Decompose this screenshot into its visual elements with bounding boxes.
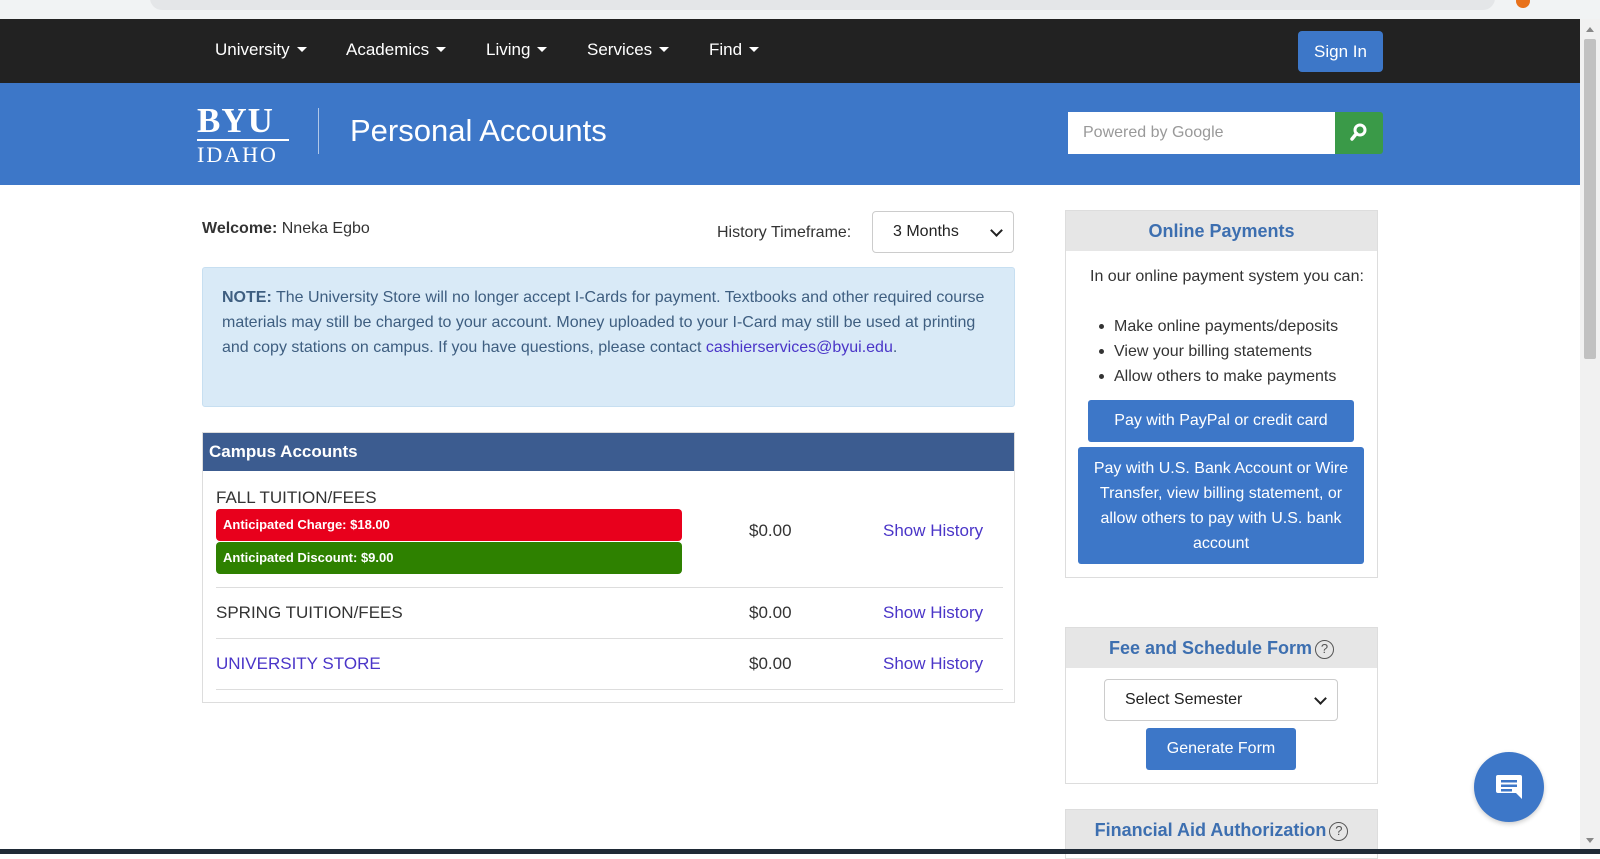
store-notice: NOTE: The University Store will no longe… xyxy=(202,267,1015,407)
scroll-up-arrow[interactable] xyxy=(1586,27,1594,32)
list-item: Make online payments/deposits xyxy=(1098,314,1338,339)
chevron-down-icon xyxy=(1314,692,1327,705)
university-store-link[interactable]: UNIVERSITY STORE xyxy=(216,654,381,674)
nav-university[interactable]: University xyxy=(215,40,307,60)
anticipated-discount-badge: Anticipated Discount: $9.00 xyxy=(216,542,682,574)
show-history-link[interactable]: Show History xyxy=(883,521,983,541)
search-icon xyxy=(1350,123,1367,141)
account-amount: $0.00 xyxy=(749,654,792,673)
nav-academics[interactable]: Academics xyxy=(346,40,447,60)
campus-accounts-header: Campus Accounts xyxy=(203,433,1014,471)
profile-icon[interactable] xyxy=(1516,0,1530,8)
chat-button[interactable] xyxy=(1474,752,1544,822)
search-input[interactable]: Powered by Google xyxy=(1068,112,1336,154)
logo-divider xyxy=(318,108,319,154)
nav-find[interactable]: Find xyxy=(709,40,760,60)
notice-label: NOTE: xyxy=(222,289,272,306)
online-payments-list: Make online payments/deposits View your … xyxy=(1098,314,1338,389)
financial-aid-header: Financial Aid Authorization? xyxy=(1066,810,1377,850)
bank-account-button[interactable]: Pay with U.S. Bank Account or Wire Trans… xyxy=(1078,447,1364,564)
notice-period: . xyxy=(892,339,898,356)
account-name: FALL TUITION/FEES xyxy=(216,488,377,507)
cashier-email-link[interactable]: cashierservices@byui.edu xyxy=(706,339,893,356)
fee-schedule-header: Fee and Schedule Form? xyxy=(1066,628,1377,668)
caret-down-icon xyxy=(537,47,548,52)
window-bottom-edge xyxy=(0,849,1600,854)
user-name: Nneka Egbo xyxy=(281,220,370,237)
anticipated-charge-badge: Anticipated Charge: $18.00 xyxy=(216,509,682,541)
top-navigation: University Academics Living Services Fin… xyxy=(0,19,1580,83)
nav-label: Find xyxy=(709,40,743,59)
chat-icon xyxy=(1496,775,1522,799)
list-item: View your billing statements xyxy=(1098,339,1338,364)
nav-label: University xyxy=(215,40,290,59)
semester-value: Select Semester xyxy=(1125,691,1243,708)
nav-living[interactable]: Living xyxy=(486,40,548,60)
account-row-store: UNIVERSITY STORE $0.00 Show History xyxy=(216,639,1003,690)
scroll-down-arrow[interactable] xyxy=(1586,838,1594,843)
chevron-down-icon xyxy=(990,224,1003,237)
nav-label: Services xyxy=(587,40,653,59)
account-amount: $0.00 xyxy=(749,603,792,622)
search-button[interactable] xyxy=(1335,112,1383,154)
campus-accounts-panel: Campus Accounts FALL TUITION/FEES Antici… xyxy=(202,432,1015,703)
fee-schedule-panel: Fee and Schedule Form? Select Semester G… xyxy=(1065,627,1378,784)
help-icon[interactable]: ? xyxy=(1329,822,1349,841)
list-item: Allow others to make payments xyxy=(1098,364,1338,389)
logo-bottom-text: IDAHO xyxy=(197,142,278,167)
account-amount: $0.00 xyxy=(749,521,792,540)
caret-down-icon xyxy=(749,47,760,52)
nav-label: Academics xyxy=(346,40,430,59)
welcome-text: Welcome: Nneka Egbo xyxy=(202,220,370,238)
fee-schedule-title: Fee and Schedule Form xyxy=(1108,638,1313,658)
sign-in-button[interactable]: Sign In xyxy=(1298,31,1383,72)
show-history-link[interactable]: Show History xyxy=(883,654,983,674)
online-payments-panel: Online Payments In our online payment sy… xyxy=(1065,210,1378,578)
timeframe-label: History Timeframe: xyxy=(717,224,852,241)
caret-down-icon xyxy=(436,47,447,52)
address-bar[interactable] xyxy=(150,0,1495,10)
page-scrollbar[interactable] xyxy=(1580,19,1600,849)
nav-label: Living xyxy=(486,40,531,59)
timeframe-value: 3 Months xyxy=(893,223,959,240)
account-row-fall: FALL TUITION/FEES Anticipated Charge: $1… xyxy=(216,471,1003,588)
caret-down-icon xyxy=(659,47,670,52)
show-history-link[interactable]: Show History xyxy=(883,603,983,623)
nav-services[interactable]: Services xyxy=(587,40,670,60)
generate-form-button[interactable]: Generate Form xyxy=(1146,728,1296,770)
timeframe-select[interactable]: 3 Months xyxy=(872,211,1014,253)
site-banner: BYU IDAHO Personal Accounts Powered by G… xyxy=(0,83,1580,185)
financial-aid-title: Financial Aid Authorization xyxy=(1094,820,1327,840)
page-title: Personal Accounts xyxy=(350,113,607,148)
paypal-button[interactable]: Pay with PayPal or credit card xyxy=(1088,400,1354,442)
account-row-spring: SPRING TUITION/FEES $0.00 Show History xyxy=(216,588,1003,639)
caret-down-icon xyxy=(296,47,307,52)
byu-idaho-logo[interactable]: BYU IDAHO xyxy=(197,101,289,167)
browser-top-bar xyxy=(0,0,1600,19)
online-payments-intro: In our online payment system you can: xyxy=(1090,268,1364,285)
welcome-label: Welcome: xyxy=(202,220,278,237)
semester-select[interactable]: Select Semester xyxy=(1104,679,1338,721)
logo-top-text: BYU xyxy=(197,101,274,140)
help-icon[interactable]: ? xyxy=(1315,640,1335,659)
account-name: SPRING TUITION/FEES xyxy=(216,603,403,622)
scroll-thumb[interactable] xyxy=(1584,39,1596,359)
online-payments-title: Online Payments xyxy=(1066,211,1377,251)
